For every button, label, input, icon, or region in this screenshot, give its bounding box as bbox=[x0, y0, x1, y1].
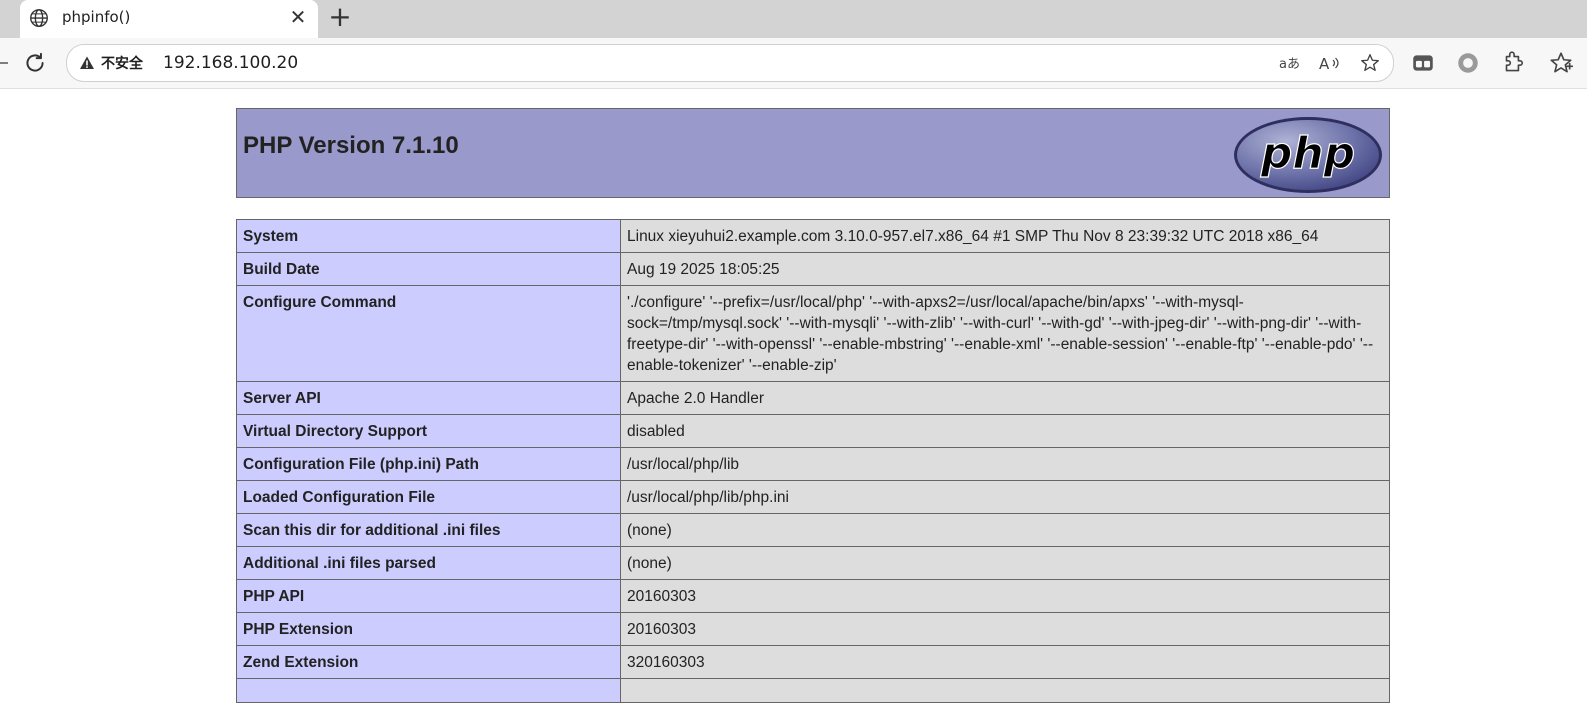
page-content: PHP Version 7.1.10 php System Linux xieyu… bbox=[0, 89, 1587, 703]
row-key: Additional .ini files parsed bbox=[236, 546, 621, 580]
row-key: System bbox=[236, 219, 621, 253]
page-title: PHP Version 7.1.10 bbox=[243, 132, 459, 159]
close-tab-icon[interactable]: ✕ bbox=[288, 7, 308, 27]
tab-strip-edge bbox=[0, 0, 16, 38]
table-row: Zend Extension 320160303 bbox=[236, 645, 1390, 679]
table-row: PHP API 20160303 bbox=[236, 579, 1390, 613]
browser-toolbar: 不安全 192.168.100.20 aあ A bbox=[0, 38, 1587, 89]
security-label: 不安全 bbox=[101, 56, 143, 72]
row-key: Configuration File (php.ini) Path bbox=[236, 447, 621, 481]
back-arrow-icon[interactable] bbox=[0, 54, 8, 72]
reload-icon[interactable] bbox=[22, 50, 48, 76]
favorites-icon[interactable] bbox=[1548, 50, 1574, 76]
php-logo-text: php bbox=[1260, 128, 1355, 179]
row-value: (none) bbox=[620, 513, 1390, 547]
url-text[interactable]: 192.168.100.20 bbox=[163, 52, 298, 74]
row-key: Build Date bbox=[236, 252, 621, 286]
row-key: PHP Extension bbox=[236, 612, 621, 646]
extensions-puzzle-icon[interactable] bbox=[1500, 50, 1526, 76]
row-value: 20160303 bbox=[620, 579, 1390, 613]
row-key bbox=[236, 678, 621, 703]
security-indicator[interactable]: 不安全 bbox=[79, 53, 143, 73]
table-row: Additional .ini files parsed (none) bbox=[236, 546, 1390, 580]
table-row: Virtual Directory Support disabled bbox=[236, 414, 1390, 448]
globe-icon bbox=[30, 9, 48, 27]
table-row: PHP Extension 20160303 bbox=[236, 612, 1390, 646]
row-key: Loaded Configuration File bbox=[236, 480, 621, 514]
table-row: Scan this dir for additional .ini files(… bbox=[236, 513, 1390, 547]
row-key: Virtual Directory Support bbox=[236, 414, 621, 448]
svg-text:A: A bbox=[1319, 55, 1330, 72]
split-screen-icon[interactable] bbox=[1410, 50, 1436, 76]
row-value: './configure' '--prefix=/usr/local/php' … bbox=[620, 285, 1390, 382]
tab-title: phpinfo() bbox=[62, 8, 131, 26]
php-version-header: PHP Version 7.1.10 php bbox=[236, 108, 1390, 198]
row-value: Aug 19 2025 18:05:25 bbox=[620, 252, 1390, 286]
tab-strip: phpinfo() ✕ + bbox=[0, 0, 1587, 38]
warning-icon bbox=[80, 56, 94, 69]
browser-tab[interactable]: phpinfo() ✕ bbox=[20, 0, 318, 38]
row-key: Server API bbox=[236, 381, 621, 415]
row-key: Scan this dir for additional .ini files bbox=[236, 513, 621, 547]
row-key: PHP API bbox=[236, 579, 621, 613]
translate-icon[interactable]: aあ bbox=[1279, 53, 1301, 73]
row-value: 20160303 bbox=[620, 612, 1390, 646]
php-logo[interactable]: php bbox=[1233, 116, 1383, 194]
address-bar[interactable]: 不安全 192.168.100.20 aあ A bbox=[66, 44, 1394, 82]
new-tab-button[interactable]: + bbox=[327, 3, 353, 31]
table-row bbox=[236, 678, 1390, 703]
phpinfo-table: System Linux xieyuhui2.example.com 3.10.0… bbox=[236, 219, 1390, 703]
row-value bbox=[620, 678, 1390, 703]
table-row: Loaded Configuration File/usr/local/php/… bbox=[236, 480, 1390, 514]
row-value: 320160303 bbox=[620, 645, 1390, 679]
svg-text:aあ: aあ bbox=[1279, 57, 1300, 72]
table-row: Configuration File (php.ini) Path/usr/lo… bbox=[236, 447, 1390, 481]
read-aloud-icon[interactable]: A bbox=[1319, 53, 1341, 73]
table-row: System Linux xieyuhui2.example.com 3.10.0… bbox=[236, 219, 1390, 253]
table-row: Build Date Aug 19 2025 18:05:25 bbox=[236, 252, 1390, 286]
favorite-star-icon[interactable] bbox=[1359, 53, 1381, 73]
row-value: /usr/local/php/lib/php.ini bbox=[620, 480, 1390, 514]
row-key: Zend Extension bbox=[236, 645, 621, 679]
table-row: Server API Apache 2.0 Handler bbox=[236, 381, 1390, 415]
row-value: (none) bbox=[620, 546, 1390, 580]
row-value: Apache 2.0 Handler bbox=[620, 381, 1390, 415]
extension-circle-icon[interactable] bbox=[1455, 50, 1481, 76]
row-value: /usr/local/php/lib bbox=[620, 447, 1390, 481]
table-row: Configure Command './configure' '--prefix… bbox=[236, 285, 1390, 382]
row-value: Linux xieyuhui2.example.com 3.10.0-957.e… bbox=[620, 219, 1390, 253]
row-key: Configure Command bbox=[236, 285, 621, 382]
row-value: disabled bbox=[620, 414, 1390, 448]
